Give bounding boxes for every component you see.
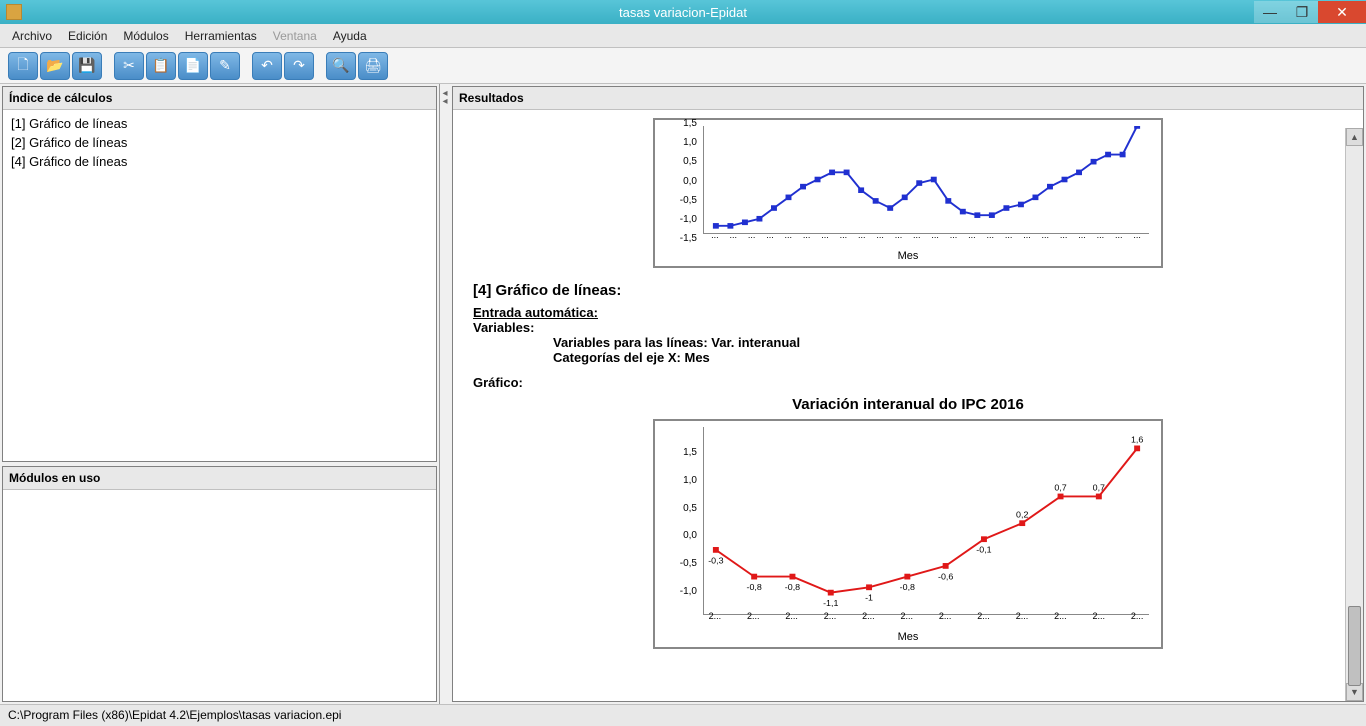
menu-edicion[interactable]: Edición (60, 26, 115, 46)
redo-button[interactable]: ↷ (284, 52, 314, 80)
x-axis-label: Mes (659, 250, 1157, 262)
undo-icon: ↶ (261, 57, 273, 74)
modulos-header: Módulos en uso (3, 467, 436, 490)
svg-text:0,7: 0,7 (1093, 483, 1105, 493)
copy-button[interactable]: 📋 (146, 52, 176, 80)
svg-text:-0,8: -0,8 (785, 582, 800, 592)
edit-icon: ✎ (219, 57, 231, 74)
window-controls: — ❐ ✕ (1254, 1, 1366, 23)
svg-text:0,2: 0,2 (1016, 510, 1028, 520)
indice-body: [1] Gráfico de líneas [2] Gráfico de lín… (3, 110, 436, 461)
cut-button[interactable]: ✂ (114, 52, 144, 80)
scroll-thumb[interactable] (1348, 606, 1361, 686)
cat-eje: Categorías del eje X: Mes (553, 350, 1343, 365)
status-bar: C:\Program Files (x86)\Epidat 4.2\Ejempl… (0, 704, 1366, 726)
svg-text:1,6: 1,6 (1131, 435, 1143, 445)
chart-top: -1,5-1,0-0,50,00,51,01,5 ...............… (653, 118, 1163, 268)
minimize-button[interactable]: — (1254, 1, 1286, 23)
menu-herramientas[interactable]: Herramientas (177, 26, 265, 46)
copy-icon: 📋 (152, 57, 169, 74)
menu-archivo[interactable]: Archivo (4, 26, 60, 46)
list-item[interactable]: [4] Gráfico de líneas (7, 152, 432, 171)
vertical-scrollbar[interactable]: ▲ ▼ (1345, 128, 1363, 701)
menu-ventana[interactable]: Ventana (265, 26, 325, 46)
list-item[interactable]: [2] Gráfico de líneas (7, 133, 432, 152)
splitter-arrow-icon: ◂ ◂ (442, 90, 447, 106)
title-bar: tasas variacion-Epidat — ❐ ✕ (0, 0, 1366, 24)
scroll-up-icon[interactable]: ▲ (1346, 128, 1363, 146)
save-button[interactable]: 💾 (72, 52, 102, 80)
open-button[interactable]: 📂 (40, 52, 70, 80)
modulos-panel: Módulos en uso (2, 466, 437, 702)
search-icon: 🔍 (332, 57, 349, 74)
section-title: [4] Gráfico de líneas: (473, 282, 1343, 299)
svg-text:-0,8: -0,8 (900, 582, 915, 592)
list-item[interactable]: [1] Gráfico de líneas (7, 114, 432, 133)
menu-ayuda[interactable]: Ayuda (325, 26, 375, 46)
svg-text:-0,1: -0,1 (976, 545, 991, 555)
undo-button[interactable]: ↶ (252, 52, 282, 80)
svg-text:-1,1: -1,1 (823, 598, 838, 608)
results-content: -1,5-1,0-0,50,00,51,01,5 ...............… (453, 110, 1363, 667)
resultados-panel: Resultados -1,5-1,0-0,50,00,51,01,5 ....… (452, 86, 1364, 702)
paste-icon: 📄 (184, 57, 201, 74)
svg-text:-0,3: -0,3 (708, 555, 723, 565)
splitter[interactable]: ◂ ◂ (440, 84, 450, 704)
close-button[interactable]: ✕ (1318, 1, 1366, 23)
svg-text:-0,6: -0,6 (938, 571, 953, 581)
chart-title: Variación interanual do IPC 2016 (473, 396, 1343, 413)
edit-button[interactable]: ✎ (210, 52, 240, 80)
print-icon: 🖨 (364, 57, 382, 74)
chart-bottom: -1,0-0,50,00,51,01,5 -0,3-0,8-0,8-1,1-1-… (653, 419, 1163, 649)
app-icon (6, 4, 22, 20)
new-icon: 🗋 (17, 54, 28, 78)
svg-text:-0,8: -0,8 (747, 582, 762, 592)
print-button[interactable]: 🖨 (358, 52, 388, 80)
grafico-label: Gráfico: (473, 375, 1343, 390)
open-icon: 📂 (46, 57, 63, 74)
var-lineas: Variables para las líneas: Var. interanu… (553, 335, 1343, 350)
x-axis-label: Mes (659, 631, 1157, 643)
preview-button[interactable]: 🔍 (326, 52, 356, 80)
status-path: C:\Program Files (x86)\Epidat 4.2\Ejempl… (8, 708, 341, 722)
toolbar: 🗋 📂 💾 ✂ 📋 📄 ✎ ↶ ↷ 🔍 🖨 (0, 48, 1366, 84)
variables-label: Variables: (473, 320, 1343, 335)
svg-text:-1: -1 (865, 593, 873, 603)
new-button[interactable]: 🗋 (8, 52, 38, 80)
save-icon: 💾 (78, 57, 95, 74)
resultados-header: Resultados (453, 87, 1363, 110)
redo-icon: ↷ (293, 57, 305, 74)
cut-icon: ✂ (123, 57, 135, 74)
modulos-body (3, 490, 436, 701)
indice-header: Índice de cálculos (3, 87, 436, 110)
svg-text:0,7: 0,7 (1054, 483, 1066, 493)
menu-bar: Archivo Edición Módulos Herramientas Ven… (0, 24, 1366, 48)
indice-panel: Índice de cálculos [1] Gráfico de líneas… (2, 86, 437, 462)
window-title: tasas variacion-Epidat (619, 5, 747, 20)
paste-button[interactable]: 📄 (178, 52, 208, 80)
maximize-button[interactable]: ❐ (1286, 1, 1318, 23)
menu-modulos[interactable]: Módulos (115, 26, 176, 46)
entrada-label: Entrada automática: (473, 305, 1343, 320)
